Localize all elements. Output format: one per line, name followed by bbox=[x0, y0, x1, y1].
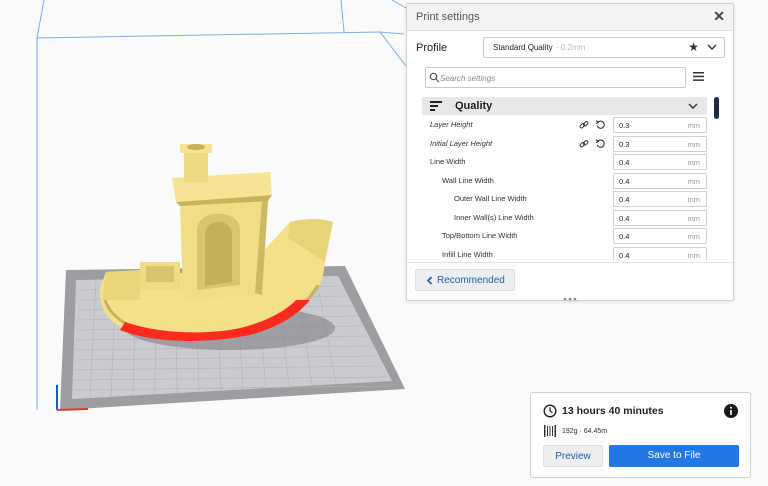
link-icon[interactable] bbox=[579, 139, 589, 149]
setting-row: Wall Line Width 0.4 mm bbox=[407, 172, 727, 190]
divider bbox=[407, 262, 733, 263]
info-icon[interactable] bbox=[724, 404, 738, 418]
setting-value: 0.4 bbox=[619, 158, 630, 167]
setting-row: Layer Height 0.3 mm bbox=[407, 116, 727, 134]
setting-row: Inner Wall(s) Line Width 0.4 mm bbox=[407, 209, 727, 227]
reset-icon[interactable] bbox=[595, 119, 606, 130]
setting-unit: mm bbox=[687, 121, 701, 130]
setting-row: Line Width 0.4 mm bbox=[407, 153, 727, 171]
setting-label: Infill Line Width bbox=[442, 249, 493, 259]
chevron-left-icon bbox=[426, 276, 433, 285]
preview-label: Preview bbox=[555, 451, 591, 462]
setting-unit: mm bbox=[687, 176, 701, 186]
setting-value: 0.4 bbox=[619, 213, 630, 223]
setting-row: Outer Wall Line Width 0.4 mm bbox=[407, 190, 727, 208]
setting-label: Line Width bbox=[430, 157, 466, 166]
setting-unit: mm bbox=[687, 195, 701, 204]
setting-value-field[interactable]: 0.4 mm bbox=[613, 154, 707, 170]
print-settings-panel: Print settings ✕ Profile Standard Qualit… bbox=[406, 3, 734, 301]
recommended-label: Recommended bbox=[437, 275, 505, 286]
setting-label: Wall Line Width bbox=[442, 175, 494, 185]
setting-unit: mm bbox=[687, 158, 701, 167]
drag-handle-icon[interactable] bbox=[563, 297, 577, 301]
quality-icon bbox=[430, 101, 442, 111]
setting-label: Outer Wall Line Width bbox=[454, 194, 527, 203]
category-label: Quality bbox=[455, 100, 493, 112]
setting-value-field[interactable]: 0.4 mm bbox=[613, 209, 707, 226]
setting-row: Top/Bottom Line Width 0.4 mm bbox=[407, 227, 727, 245]
setting-value-field[interactable]: 0.4 mm bbox=[613, 172, 707, 189]
setting-value-field[interactable]: 0.3 mm bbox=[613, 135, 707, 152]
setting-label: Inner Wall(s) Line Width bbox=[454, 212, 534, 222]
setting-value: 0.4 bbox=[619, 232, 630, 241]
setting-label: Top/Bottom Line Width bbox=[442, 231, 518, 240]
chevron-down-icon bbox=[707, 44, 717, 50]
setting-unit: mm bbox=[687, 139, 701, 149]
print-time: 13 hours 40 minutes bbox=[562, 405, 664, 417]
star-icon[interactable]: ★ bbox=[688, 40, 699, 54]
setting-label: Initial Layer Height bbox=[430, 138, 493, 148]
search-icon bbox=[429, 72, 440, 83]
boat-model[interactable] bbox=[99, 144, 333, 342]
search-input[interactable] bbox=[440, 71, 680, 85]
chevron-down-icon bbox=[688, 103, 698, 109]
spool-icon bbox=[544, 425, 556, 437]
save-label: Save to File bbox=[647, 450, 701, 461]
setting-unit: mm bbox=[687, 232, 701, 241]
clock-icon bbox=[543, 404, 557, 418]
setting-value-field[interactable]: 0.4 mm bbox=[613, 228, 707, 244]
setting-row: Infill Line Width 0.4 mm bbox=[407, 246, 727, 260]
profile-label: Profile bbox=[416, 42, 448, 54]
setting-value-field[interactable]: 0.4 mm bbox=[613, 191, 707, 207]
save-to-file-button[interactable]: Save to File bbox=[609, 445, 739, 467]
link-icon[interactable] bbox=[579, 120, 589, 130]
setting-row: Initial Layer Height 0.3 mm bbox=[407, 135, 727, 153]
panel-title: Print settings bbox=[416, 11, 480, 23]
settings-list: Layer Height 0.3 mm Initial Layer Height 0.3… bbox=[407, 116, 727, 260]
setting-unit: mm bbox=[687, 213, 701, 223]
action-panel: 13 hours 40 minutes 192g · 64.45m Previe… bbox=[530, 392, 751, 478]
menu-icon[interactable] bbox=[693, 72, 704, 81]
profile-dropdown[interactable]: Standard Quality - 0.2mm ★ bbox=[483, 37, 725, 58]
setting-value-field[interactable]: 0.4 mm bbox=[613, 246, 707, 260]
panel-header: Print settings ✕ bbox=[407, 4, 733, 31]
setting-value: 0.3 bbox=[619, 139, 630, 149]
search-box[interactable] bbox=[425, 67, 686, 88]
recommended-button[interactable]: Recommended bbox=[415, 269, 515, 291]
setting-unit: mm bbox=[687, 250, 701, 260]
setting-label: Layer Height bbox=[430, 120, 473, 129]
reset-icon[interactable] bbox=[595, 138, 606, 149]
profile-layer-height: - 0.2mm bbox=[556, 43, 586, 52]
profile-name: Standard Quality bbox=[493, 43, 553, 52]
setting-value: 0.4 bbox=[619, 176, 630, 186]
setting-value: 0.4 bbox=[619, 250, 630, 260]
setting-value: 0.4 bbox=[619, 195, 630, 204]
material-usage: 192g · 64.45m bbox=[562, 428, 608, 435]
preview-button[interactable]: Preview bbox=[543, 445, 603, 467]
category-quality[interactable]: Quality bbox=[422, 97, 707, 115]
close-icon[interactable]: ✕ bbox=[713, 8, 725, 24]
setting-value-field[interactable]: 0.3 mm bbox=[613, 117, 707, 133]
setting-value: 0.3 bbox=[619, 121, 630, 130]
